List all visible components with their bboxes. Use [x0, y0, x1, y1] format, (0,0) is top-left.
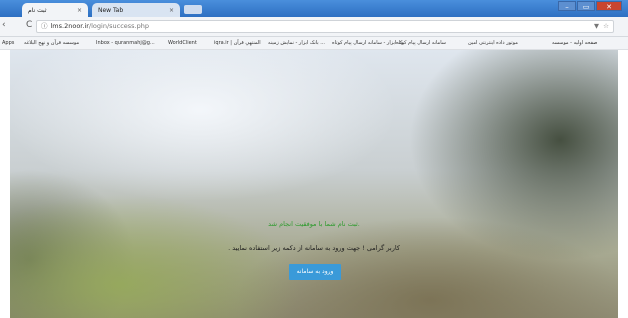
close-tab-icon[interactable]: ×: [77, 7, 82, 14]
reload-icon[interactable]: C: [26, 20, 32, 30]
instruction-message: کاربر گرامی ! جهت ورود به سامانه از دکمه…: [228, 244, 400, 252]
bookmark-item[interactable]: بانک ابزار - نمایش زمینه ...: [268, 37, 325, 49]
address-host: lms.2noor.ir: [50, 22, 89, 30]
bookmark-item[interactable]: صفحه اولیه - موسسه: [552, 37, 597, 49]
browser-toolbar: ‹ C ⓘ lms.2noor.ir/login/success.php ▼ ☆: [0, 17, 628, 37]
bookmark-item[interactable]: iqra.ir | المنتهي قرآن: [214, 37, 261, 49]
bookmark-item[interactable]: موتور داده اینترنتی امین: [468, 37, 518, 49]
bookmark-item[interactable]: بک ابزار - سامانه ارسال پیام کوتاه: [332, 37, 404, 49]
page-content: ثبت نام شما با موفقیت انجام شد. کاربر گر…: [0, 50, 628, 318]
bookmark-apps[interactable]: Apps: [2, 37, 14, 49]
bookmark-item[interactable]: WorldClient: [168, 37, 197, 49]
bookmark-star-icon[interactable]: ☆: [603, 21, 609, 32]
maximize-icon[interactable]: ▭: [577, 1, 595, 11]
back-icon[interactable]: ‹: [2, 20, 6, 30]
address-bar[interactable]: ⓘ lms.2noor.ir/login/success.php ▼ ☆: [36, 20, 614, 33]
success-message: ثبت نام شما با موفقیت انجام شد.: [268, 220, 360, 228]
bookmark-item[interactable]: سامانه ارسال پیام کوتاه: [396, 37, 446, 49]
bookmarks-bar: Apps موسسه قرآن و نهج البلاغه Inbox - qu…: [0, 37, 628, 50]
page-right-margin: [618, 50, 628, 318]
tab-label: ثبت نام: [28, 6, 47, 14]
bookmark-item[interactable]: موسسه قرآن و نهج البلاغه: [24, 37, 79, 49]
enter-system-button[interactable]: ورود به سامانه: [289, 264, 341, 280]
window-controls: – ▭ ✕: [558, 1, 622, 11]
page-left-margin: [0, 50, 10, 318]
new-tab-button[interactable]: [184, 5, 202, 14]
extension-icon[interactable]: ▼: [594, 21, 599, 32]
tab-label: New Tab: [98, 6, 124, 14]
browser-titlebar: ثبت نام × New Tab × – ▭ ✕: [0, 0, 628, 17]
bookmark-item[interactable]: Inbox - quranmahj@g...: [96, 37, 155, 49]
tab-signup[interactable]: ثبت نام ×: [22, 3, 88, 17]
close-window-icon[interactable]: ✕: [596, 1, 622, 11]
address-path: /login/success.php: [88, 22, 149, 30]
info-icon[interactable]: ⓘ: [41, 22, 48, 30]
close-tab-icon[interactable]: ×: [169, 7, 174, 14]
tab-new-tab[interactable]: New Tab ×: [92, 3, 180, 17]
minimize-icon[interactable]: –: [558, 1, 576, 11]
